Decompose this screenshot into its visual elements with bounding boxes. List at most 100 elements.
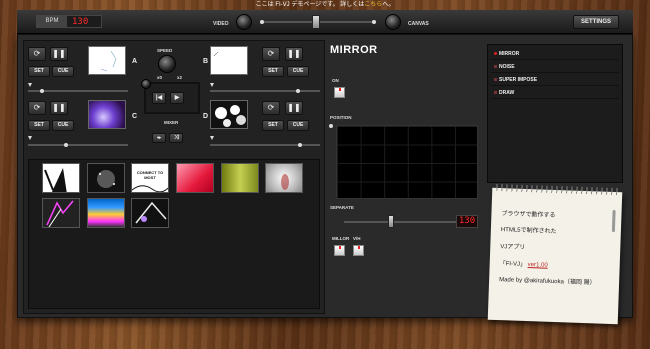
effect-item-mirror[interactable]: MIRROR <box>491 48 619 60</box>
pause-icon: ❚❚ <box>52 103 66 112</box>
speed-knob[interactable] <box>158 55 176 73</box>
mixer-shuffle-button[interactable]: ⤨ <box>169 133 183 143</box>
library-clip[interactable] <box>131 198 169 228</box>
separate-track[interactable] <box>344 221 456 223</box>
mixer-mode-button[interactable]: ▪▸ <box>152 133 166 143</box>
app-name: 「FI-VJ」 <box>499 261 527 268</box>
loop-icon: ⟳ <box>267 49 275 58</box>
deck-c-letter: C <box>132 113 138 120</box>
speed-max-label: x2 <box>177 75 183 80</box>
deck-a-cue-button[interactable]: CUE <box>52 66 74 77</box>
bpm-display[interactable]: BPM 130 <box>36 15 102 28</box>
deck-b-preview <box>210 46 248 75</box>
skip-back-icon: |◀ <box>155 95 163 101</box>
film-icon: ▪▸ <box>156 135 162 141</box>
library-clip[interactable] <box>42 198 80 228</box>
deck-a-position-handle[interactable] <box>40 89 44 93</box>
demo-notice: ここは FI-VJ デモページです。 詳しくはこちらへ。 <box>0 0 650 10</box>
on-toggle[interactable] <box>334 87 345 98</box>
position-pad[interactable] <box>336 125 478 199</box>
effect-item-noise[interactable]: NOISE <box>491 61 619 73</box>
deck-c-marker <box>28 136 32 140</box>
deck-c-position-track[interactable] <box>28 144 128 146</box>
mixer-box: |◀ ▶ <box>144 82 200 114</box>
separate-label: SEPARATE <box>330 205 354 210</box>
deck-d-preview <box>210 100 248 129</box>
millor-toggle[interactable] <box>334 245 345 256</box>
library-clip[interactable] <box>42 163 80 193</box>
deck-c-cue-button[interactable]: CUE <box>52 120 74 131</box>
settings-button[interactable]: SETTINGS <box>573 15 619 29</box>
mixer-next-button[interactable]: ▶ <box>170 92 184 104</box>
deck-a-set-button[interactable]: SET <box>28 66 50 77</box>
pause-icon: ❚❚ <box>287 49 301 58</box>
deck-d-pause-button[interactable]: ❚❚ <box>285 101 303 115</box>
library-clip[interactable]: CONNECT TO MOST <box>131 163 169 193</box>
deck-a-preview <box>88 46 126 75</box>
note-line: Made by @akirafukuoka（福岡 陽） <box>499 277 596 287</box>
library-clip-text: CONNECT TO MOST <box>136 170 164 180</box>
canvas-knob[interactable] <box>385 14 401 30</box>
deck-a-loop-button[interactable]: ⟳ <box>28 47 46 61</box>
crossfader-handle[interactable] <box>312 15 320 29</box>
library-clip[interactable] <box>87 163 125 193</box>
position-marker[interactable] <box>329 124 333 128</box>
deck-c-set-button[interactable]: SET <box>28 120 50 131</box>
speed-label: SPEED <box>157 48 173 53</box>
note-scrollbar[interactable] <box>611 209 616 233</box>
deck-d-cue-button[interactable]: CUE <box>287 120 309 131</box>
vh-toggle[interactable] <box>353 245 364 256</box>
clip-library: CONNECT TO MOST <box>28 159 320 309</box>
library-clip[interactable] <box>176 163 214 193</box>
top-bar: BPM 130 VIDEO CANVAS SETTINGS <box>17 10 633 34</box>
deck-b-marker <box>210 83 214 87</box>
info-note: ブラウザで動作する HTML5で制作された VJアプリ 「FI-VJ」 ver1… <box>487 183 623 325</box>
deck-b-cue-button[interactable]: CUE <box>287 66 309 77</box>
deck-a-marker <box>28 83 32 87</box>
deck-c-pause-button[interactable]: ❚❚ <box>50 101 68 115</box>
note-line: ブラウザで動作する <box>501 211 556 219</box>
notice-text: ここは FI-VJ デモページです。 詳しくは <box>255 2 365 8</box>
separate-handle[interactable] <box>388 215 394 228</box>
deck-c-loop-button[interactable]: ⟳ <box>28 101 46 115</box>
bpm-value: 130 <box>72 16 89 27</box>
millor-label: MILLOR <box>332 236 350 241</box>
video-knob[interactable] <box>236 14 252 30</box>
loop-icon: ⟳ <box>267 103 275 112</box>
mixer-prev-button[interactable]: |◀ <box>152 92 166 104</box>
loop-icon: ⟳ <box>33 49 41 58</box>
version-link[interactable]: ver1.00 <box>528 262 548 269</box>
deck-d-position-track[interactable] <box>210 144 320 146</box>
deck-b-position-track[interactable] <box>210 90 320 92</box>
bpm-label: BPM <box>37 16 67 27</box>
crossfader-right-dot <box>372 20 376 24</box>
library-clip[interactable] <box>265 163 303 193</box>
deck-a-letter: A <box>132 58 138 65</box>
deck-b-position-handle[interactable] <box>296 89 300 93</box>
note-line: HTML5で制作された <box>500 227 557 236</box>
notice-link[interactable]: こちら <box>364 2 382 8</box>
deck-b-set-button[interactable]: SET <box>262 66 284 77</box>
mixer-label: MIXER <box>164 120 179 125</box>
effect-item-super-impose[interactable]: SUPER IMPOSE <box>491 74 619 86</box>
deck-a-pause-button[interactable]: ❚❚ <box>50 47 68 61</box>
play-icon: ▶ <box>174 95 180 101</box>
deck-c-preview <box>88 100 126 129</box>
effect-settings: MIRROR ON POSITION SEPARATE 130 MILLOR V… <box>329 40 482 314</box>
effect-item-draw[interactable]: DRAW <box>491 87 619 99</box>
deck-d-set-button[interactable]: SET <box>262 120 284 131</box>
deck-b-pause-button[interactable]: ❚❚ <box>285 47 303 61</box>
library-clip[interactable] <box>87 198 125 228</box>
effects-list: MIRROR NOISE SUPER IMPOSE DRAW <box>487 44 623 183</box>
mixer-knob[interactable] <box>141 79 151 89</box>
deck-c-position-handle[interactable] <box>64 143 68 147</box>
deck-d-letter: D <box>203 113 209 120</box>
library-clip[interactable] <box>221 163 259 193</box>
vh-label: V/H <box>353 236 361 241</box>
pause-icon: ❚❚ <box>52 49 66 58</box>
deck-d-loop-button[interactable]: ⟳ <box>262 101 280 115</box>
deck-b-loop-button[interactable]: ⟳ <box>262 47 280 61</box>
note-line: VJアプリ <box>500 244 526 251</box>
deck-d-position-handle[interactable] <box>298 143 302 147</box>
position-label: POSITION <box>330 115 352 120</box>
